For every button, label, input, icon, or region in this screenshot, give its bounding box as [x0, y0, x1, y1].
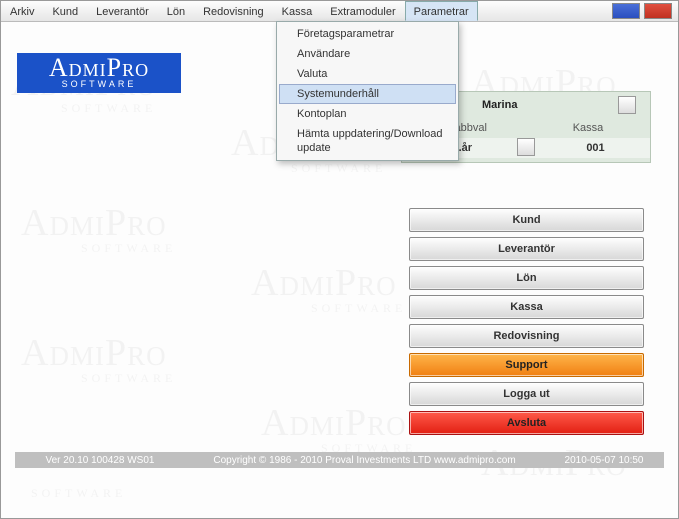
menu-kassa[interactable]: Kassa: [273, 1, 322, 21]
support-button[interactable]: Support: [409, 353, 644, 377]
status-copyright: Copyright © 1986 - 2010 Proval Investmen…: [185, 455, 544, 466]
panel-col2-label: Kassa: [526, 122, 650, 134]
status-version: Ver 20.10 100428 WS01: [15, 455, 185, 466]
panel-kassa-value: 001: [541, 142, 650, 154]
menu-arkiv[interactable]: Arkiv: [1, 1, 43, 21]
kassa-button[interactable]: Kassa: [409, 295, 644, 319]
parametrar-dropdown: Företagsparametrar Användare Valuta Syst…: [276, 21, 459, 161]
app-window: AdmiPro SOFTWARE AdmiPro SOFTWARE AdmiPr…: [0, 0, 679, 519]
avsluta-button[interactable]: Avsluta: [409, 411, 644, 435]
lon-button[interactable]: Lön: [409, 266, 644, 290]
minimize-button[interactable]: [612, 3, 640, 19]
loggaut-button[interactable]: Logga ut: [409, 382, 644, 406]
logo-subtitle: SOFTWARE: [17, 79, 181, 89]
logo: AdmiPro SOFTWARE: [17, 53, 181, 93]
panel-name-checkbox[interactable]: [618, 96, 636, 114]
dropdown-systemunderhall[interactable]: Systemunderhåll: [279, 84, 456, 104]
dropdown-valuta[interactable]: Valuta: [279, 64, 456, 84]
close-button[interactable]: [644, 3, 672, 19]
leverantor-button[interactable]: Leverantör: [409, 237, 644, 261]
dropdown-hamta-uppdatering[interactable]: Hämta uppdatering/Download update: [279, 124, 456, 158]
kund-button[interactable]: Kund: [409, 208, 644, 232]
status-bar: Ver 20.10 100428 WS01 Copyright © 1986 -…: [15, 452, 664, 468]
dropdown-foretagsparametrar[interactable]: Företagsparametrar: [279, 24, 456, 44]
dropdown-anvandare[interactable]: Användare: [279, 44, 456, 64]
dropdown-kontoplan[interactable]: Kontoplan: [279, 104, 456, 124]
logo-title: AdmiPro: [17, 53, 181, 81]
menu-lon[interactable]: Lön: [158, 1, 194, 21]
menu-leverantor[interactable]: Leverantör: [87, 1, 158, 21]
panel-aktar-checkbox[interactable]: [517, 138, 535, 156]
main-button-stack: Kund Leverantör Lön Kassa Redovisning Su…: [409, 208, 644, 440]
menu-parametrar[interactable]: Parametrar: [405, 1, 478, 21]
menu-redovisning[interactable]: Redovisning: [194, 1, 273, 21]
menu-extramoduler[interactable]: Extramoduler: [321, 1, 404, 21]
status-datetime: 2010-05-07 10:50: [544, 455, 664, 466]
redovisning-button[interactable]: Redovisning: [409, 324, 644, 348]
window-controls: [612, 1, 678, 21]
menu-kund[interactable]: Kund: [43, 1, 87, 21]
menu-bar: Arkiv Kund Leverantör Lön Redovisning Ka…: [1, 1, 678, 22]
